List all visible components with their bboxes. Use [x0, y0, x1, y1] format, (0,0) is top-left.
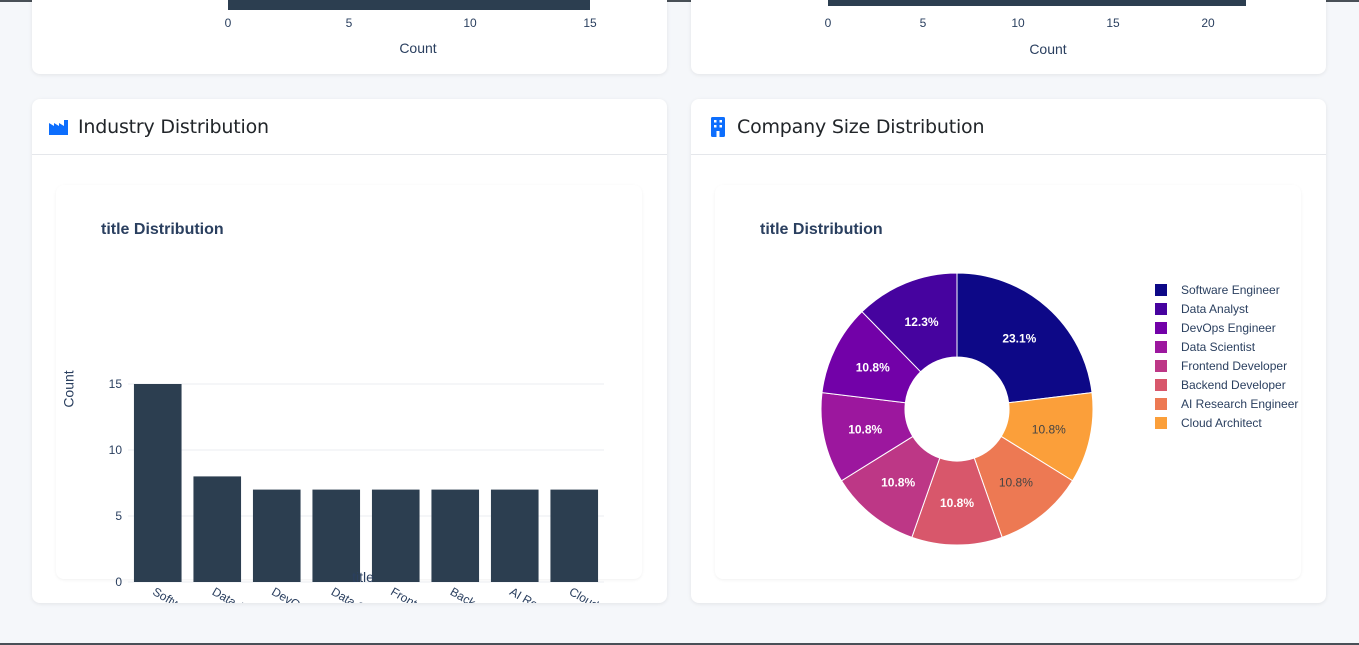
pie-percent-label: 12.3% [905, 315, 939, 329]
company-size-distribution-card: Company Size Distribution title Distribu… [691, 99, 1326, 603]
top-left-x-axis-label: Count [399, 40, 437, 56]
pie-chart: 23.1% 10.8% 10.8% 10.8% 10.8% 10.8% 10.8% 12.3%… [820, 272, 1298, 546]
top-right-x-axis-label: Count [1029, 41, 1067, 57]
legend-swatch [1155, 303, 1167, 315]
legend-swatch [1155, 284, 1167, 296]
pie-percent-label: 10.8% [940, 496, 974, 510]
industry-icon [49, 119, 68, 135]
building-icon [711, 116, 725, 137]
pie-percent-label: 10.8% [999, 475, 1033, 489]
legend-swatch [1155, 398, 1167, 410]
bar-chart: 051015Software EngineerData AnalystDevOp… [109, 377, 645, 603]
legend-item[interactable]: DevOps Engineer [1181, 321, 1276, 335]
legend-item[interactable]: Data Scientist [1181, 340, 1256, 354]
legend-swatch [1155, 322, 1167, 334]
industry-card-header: Industry Distribution [32, 99, 667, 155]
bar-y-tick: 15 [109, 377, 123, 391]
pie-percent-label: 23.1% [1002, 332, 1036, 346]
bar [193, 476, 242, 582]
top-left-plot-frame: 0 5 10 15 Count [56, 0, 642, 56]
top-right-plot-frame: 0 5 10 15 20 Count [715, 0, 1301, 57]
legend-swatch [1155, 360, 1167, 372]
top-right-x-tick: 10 [1011, 16, 1025, 30]
industry-distribution-card: Industry Distribution title Distribution… [32, 99, 667, 603]
company-card-header: Company Size Distribution [691, 99, 1326, 155]
top-right-chart-card: 0 5 10 15 20 Count [691, 0, 1326, 74]
bar [133, 384, 182, 582]
top-right-x-tick: 5 [920, 16, 927, 30]
bar-chart-y-label: Count [60, 370, 77, 408]
company-card-title: Company Size Distribution [737, 115, 985, 138]
top-left-x-tick: 0 [225, 16, 232, 30]
pie-percent-label: 10.8% [848, 422, 882, 436]
company-plot-frame: title Distribution 23.1% 10.8% 10.8% 10.8% 1… [715, 185, 1301, 579]
legend-item[interactable]: Software Engineer [1181, 283, 1280, 297]
legend-item[interactable]: Data Analyst [1181, 302, 1249, 316]
legend-item[interactable]: Frontend Developer [1181, 359, 1287, 373]
top-left-chart-card: 0 5 10 15 Count [32, 0, 667, 74]
top-right-x-tick: 0 [825, 16, 832, 30]
top-right-x-tick: 20 [1201, 16, 1215, 30]
legend-item[interactable]: Backend Developer [1181, 378, 1286, 392]
legend-swatch [1155, 417, 1167, 429]
bar-y-tick: 10 [109, 443, 123, 457]
industry-plot-frame: title Distribution 0 5 10 15 Software Engine… [56, 185, 644, 603]
pie-percent-label: 10.8% [881, 475, 915, 489]
legend-item[interactable]: AI Research Engineer [1181, 397, 1298, 411]
legend-swatch [1155, 341, 1167, 353]
top-right-x-tick: 15 [1106, 16, 1120, 30]
pie-percent-label: 10.8% [856, 360, 890, 374]
legend-swatch [1155, 379, 1167, 391]
bar-y-tick: 5 [115, 509, 122, 523]
legend-item[interactable]: Cloud Architect [1181, 416, 1262, 430]
top-right-bar [828, 0, 1246, 6]
top-left-x-tick: 5 [346, 16, 353, 30]
bar-x-tick: Data Analyst [210, 584, 276, 603]
bar-chart-x-label: title [352, 569, 374, 585]
top-left-x-tick: 15 [583, 16, 597, 30]
top-left-bar [228, 0, 590, 10]
top-left-x-tick: 10 [463, 16, 477, 30]
bar-x-tick: Cloud Architect [567, 584, 644, 603]
industry-card-title: Industry Distribution [78, 115, 269, 138]
pie-percent-label: 10.8% [1032, 422, 1066, 436]
